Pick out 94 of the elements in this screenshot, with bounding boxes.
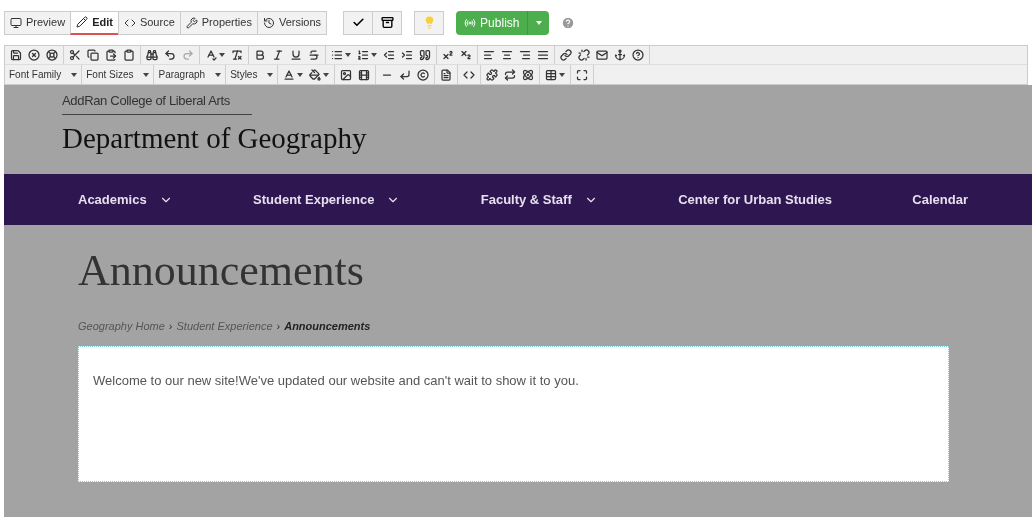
align-justify-icon	[537, 49, 549, 61]
superscript-icon	[442, 49, 454, 61]
college-name: AddRan College of Liberal Arts	[62, 91, 253, 115]
bullet-list-icon	[331, 49, 343, 61]
nav-link[interactable]: Student Experience	[253, 189, 401, 210]
archive-button[interactable]	[372, 10, 403, 35]
help-icon[interactable]	[561, 15, 576, 30]
repeat-icon	[504, 68, 517, 81]
puzzle-icon	[486, 68, 499, 81]
nav-link[interactable]: Faculty & Staff	[480, 189, 598, 210]
breadcrumb-link[interactable]: Announcements	[284, 318, 371, 335]
check-icon	[351, 16, 365, 29]
unlink-button[interactable]	[575, 46, 593, 64]
format-dropdown[interactable]: Styles	[226, 65, 279, 84]
help-button[interactable]	[629, 46, 647, 64]
caret-icon	[371, 53, 377, 57]
format-dropdown[interactable]: Font Sizes	[82, 65, 155, 84]
redo-icon	[182, 49, 194, 61]
strikethrough-icon	[308, 49, 320, 61]
line-break-icon	[399, 68, 412, 81]
paste-icon	[105, 49, 117, 61]
outdent-icon	[383, 49, 395, 61]
caret-icon	[219, 53, 225, 57]
caret-icon	[323, 72, 330, 77]
mode-tab[interactable]: Edit	[70, 10, 119, 35]
mode-tab[interactable]: Properties	[179, 10, 258, 35]
image-icon	[340, 68, 353, 81]
tools-icon	[185, 16, 198, 29]
align-center-icon	[501, 49, 513, 61]
clear-format-icon	[231, 49, 243, 61]
binoculars-icon	[146, 49, 158, 61]
copy-button[interactable]	[84, 46, 102, 64]
monitor-icon	[10, 16, 22, 29]
atom-icon	[522, 68, 535, 81]
mode-tab[interactable]: Source	[117, 10, 181, 35]
nav-link[interactable]: Academics	[78, 189, 173, 210]
mode-tab[interactable]: Preview	[4, 10, 72, 35]
undo-icon	[164, 49, 176, 61]
publish-menu-button[interactable]	[527, 10, 550, 35]
cut-icon	[69, 49, 81, 61]
page-title: Announcements	[78, 245, 364, 297]
unlink-icon	[578, 49, 590, 61]
caret-icon	[559, 72, 566, 77]
italic-icon	[272, 49, 284, 61]
broadcast-icon	[464, 16, 477, 29]
caret-icon	[345, 53, 351, 57]
paste-text-icon	[123, 49, 135, 61]
history-icon	[262, 16, 275, 29]
bold-icon	[254, 49, 266, 61]
nav-link[interactable]: Calendar	[912, 189, 968, 210]
copy-icon	[87, 49, 99, 61]
link-icon	[560, 49, 572, 61]
close-icon	[28, 49, 40, 61]
help-icon	[632, 49, 644, 61]
format-dropdown[interactable]: Font Family	[5, 65, 83, 84]
align-left-icon	[483, 49, 495, 61]
nav-link[interactable]: Center for Urban Studies	[678, 189, 832, 210]
align-right-icon	[519, 49, 531, 61]
lifebuoy-icon	[46, 49, 58, 61]
background-color-icon	[309, 68, 322, 81]
link-button[interactable]	[557, 46, 575, 64]
template-icon	[440, 68, 453, 81]
numbered-list-icon	[357, 49, 369, 61]
format-dropdown[interactable]: Paragraph	[154, 65, 227, 84]
caret-icon	[535, 20, 542, 25]
pencil-icon	[76, 16, 89, 28]
content-text: Welcome to our new site!We've updated our website and can't wait to show it to you.	[93, 371, 580, 390]
breadcrumb-separator: ›	[168, 319, 173, 334]
caret-icon	[215, 72, 222, 77]
caret-icon	[143, 72, 150, 77]
archive-icon	[380, 16, 394, 29]
table-icon	[545, 68, 558, 81]
media-icon	[358, 68, 371, 81]
text-color-icon	[283, 68, 296, 81]
quote-icon	[419, 49, 431, 61]
copyright-icon	[417, 68, 430, 81]
close-button[interactable]	[25, 46, 43, 64]
anchor-icon	[614, 49, 626, 61]
check-button[interactable]	[343, 10, 374, 35]
caret-icon	[297, 72, 304, 77]
lifebuoy-button[interactable]	[43, 46, 61, 64]
fullscreen-icon	[576, 68, 589, 81]
spellcheck-icon	[205, 49, 217, 61]
caret-icon	[71, 72, 78, 77]
content-editor[interactable]: Welcome to our new site!We've updated our website and can't wait to show it to you.	[78, 345, 949, 482]
mode-tab[interactable]: Versions	[256, 10, 328, 35]
department-title: Department of Geography	[62, 120, 367, 156]
underline-icon	[290, 49, 302, 61]
caret-icon	[267, 72, 274, 77]
subscript-icon	[460, 49, 472, 61]
indent-icon	[401, 49, 413, 61]
breadcrumb-separator: ›	[276, 319, 281, 334]
save-icon	[10, 49, 22, 61]
mail-icon	[596, 49, 608, 61]
